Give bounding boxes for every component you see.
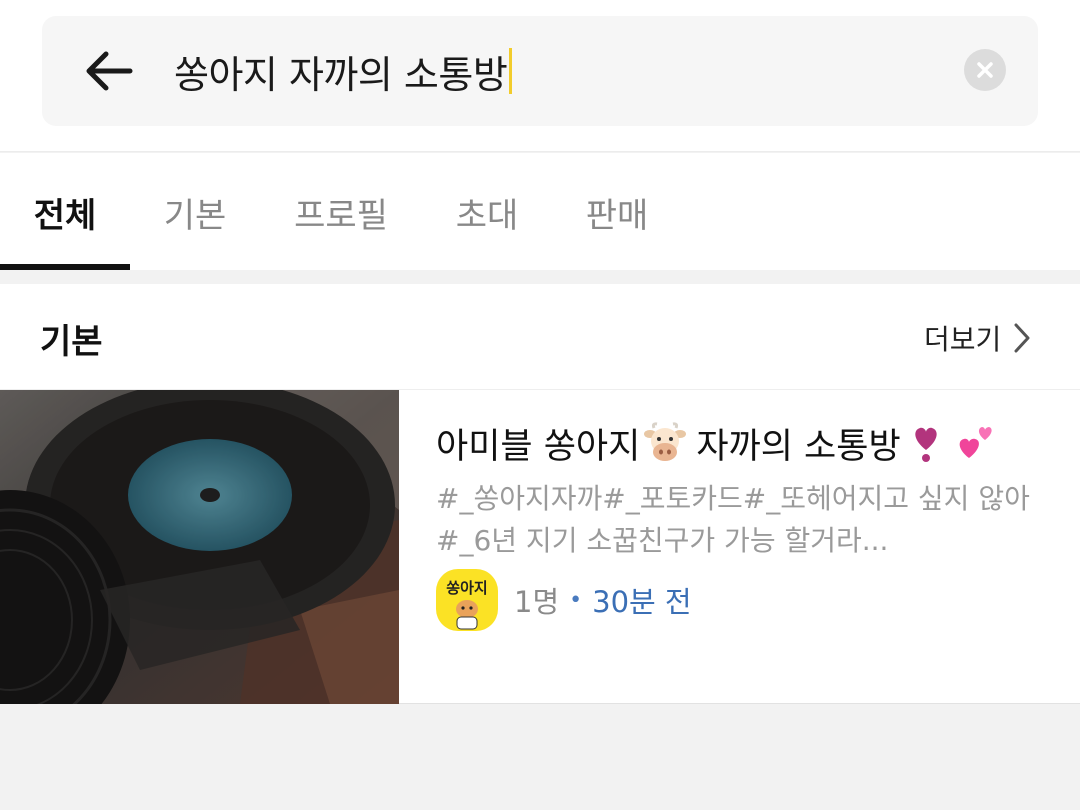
- character-icon: [456, 600, 478, 630]
- more-label: 더보기: [924, 323, 1002, 356]
- search-bar[interactable]: 쏭아지 자까의 소통방: [42, 16, 1038, 126]
- chevron-right-icon: [1014, 323, 1030, 353]
- filter-tabs: 전체 기본 프로필 초대 판매: [0, 153, 1080, 271]
- cow-face-emoji: [644, 422, 687, 461]
- vinyl-record-thumbnail: [0, 390, 399, 704]
- clear-icon[interactable]: [964, 49, 1006, 91]
- chatroom-hashtags: #_쏭아지자까#_포토카드#_또헤어지고 싶지 않아#_6년 지기 소꿉친구가 …: [436, 482, 1030, 557]
- avatar: 쏭아지: [436, 569, 498, 631]
- tab-basic[interactable]: 기본: [130, 153, 260, 271]
- section-title: 기본: [40, 322, 103, 362]
- search-query-text: 쏭아지 자까의 소통방: [174, 52, 508, 97]
- tab-all[interactable]: 전체: [0, 153, 130, 271]
- text-caret: [509, 48, 513, 94]
- heart-exclamation-emoji: [914, 427, 937, 462]
- search-header: 쏭아지 자까의 소통방: [0, 0, 1080, 152]
- member-count: 1명: [514, 585, 560, 619]
- chatroom-title: 아미블 쏭아지 자까의 소통방: [436, 418, 1001, 468]
- divider: [0, 270, 1080, 284]
- more-button[interactable]: 더보기: [924, 318, 1031, 358]
- chatroom-result-card[interactable]: 아미블 쏭아지 자까의 소통방 #_쏭아지자까#_포토카드#_또헤어지고 싶지 …: [0, 390, 1080, 704]
- tab-invite[interactable]: 초대: [422, 153, 552, 271]
- tab-sale[interactable]: 판매: [552, 153, 682, 271]
- search-input[interactable]: 쏭아지 자까의 소통방: [174, 46, 513, 97]
- separator-dot: •: [569, 587, 583, 613]
- two-hearts-emoji: [959, 427, 992, 458]
- chatroom-meta: 쏭아지 1명 • 30분 전: [436, 568, 692, 632]
- empty-area: [0, 705, 1080, 810]
- back-arrow-icon[interactable]: [82, 48, 134, 94]
- tab-profile[interactable]: 프로필: [268, 153, 414, 271]
- last-active-time: 30분 전: [592, 585, 692, 619]
- basic-results-section: 기본 더보기 아미블 쏭아지 자까의 소통방 #_쏭아지자까#_포토카드#_또헤…: [0, 284, 1080, 704]
- section-header: 기본 더보기: [0, 284, 1080, 390]
